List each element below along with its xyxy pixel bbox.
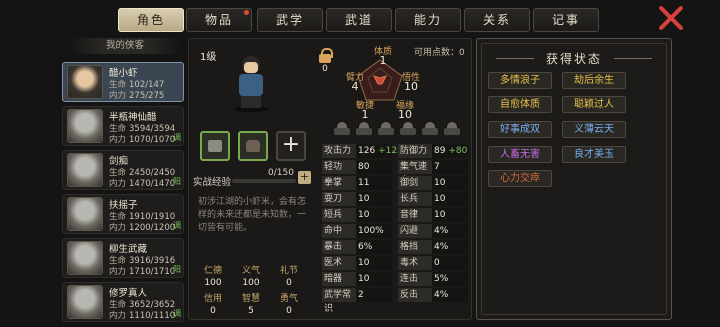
member-name: 醋小虾 — [109, 68, 138, 79]
tab-martial-way[interactable]: 武道 — [326, 8, 392, 32]
exp-label: 实战经验 — [193, 177, 232, 188]
member-tag: 阳 — [173, 265, 181, 274]
member-name: 剑痴 — [109, 156, 129, 167]
virtue-trust: 信用 0 — [203, 294, 222, 316]
member-tag: 调 — [173, 309, 181, 318]
tab-journal[interactable]: 记事 — [533, 8, 599, 32]
status-badge[interactable]: 义薄云天 — [562, 121, 626, 138]
gem-slot-icon[interactable] — [334, 122, 350, 136]
gauntlet-icon — [208, 140, 222, 152]
character-portrait — [226, 54, 276, 112]
notification-dot-icon — [244, 10, 249, 15]
member-name: 半瓶神仙醋 — [109, 112, 157, 123]
list-item[interactable]: 剑痴 生命 2450/2450 内力 1470/1470 阳 — [62, 150, 184, 190]
character-description: 初涉江湖的小虾米，会有怎样的未来还都是未知数，一切皆有可能。 — [198, 197, 307, 233]
list-item[interactable]: 醋小虾 生命 102/147 内力 275/275 — [62, 62, 184, 102]
avatar — [67, 241, 103, 275]
armor-slot[interactable] — [238, 131, 268, 161]
status-badge[interactable]: 自愈体质 — [488, 96, 552, 113]
avatar — [67, 285, 103, 319]
gem-slot-icon[interactable] — [444, 122, 460, 136]
status-panel-title: 获得状态 — [476, 50, 672, 67]
member-name: 扶摇子 — [109, 200, 138, 211]
virtue-wisdom: 智慧 5 — [241, 294, 260, 316]
attr-value: 4 — [351, 80, 359, 93]
status-badge[interactable]: 多情浪子 — [488, 72, 552, 89]
tab-martial-arts[interactable]: 武学 — [257, 8, 323, 32]
list-item[interactable]: 修罗真人 生命 3652/3652 内力 1110/1110 调 — [62, 282, 184, 322]
lock-value: 0 — [322, 64, 328, 74]
close-icon[interactable] — [657, 4, 685, 32]
attr-value: 1 — [361, 108, 369, 121]
gem-slot-icon[interactable] — [400, 122, 416, 136]
list-item[interactable]: 扶摇子 生命 1910/1910 内力 1200/1200 调 — [62, 194, 184, 234]
status-badge[interactable]: 良才美玉 — [562, 146, 626, 163]
status-badge[interactable]: 好事成双 — [488, 121, 552, 138]
list-item[interactable]: 柳生武藏 生命 3916/3916 内力 1710/1710 阳 — [62, 238, 184, 278]
armor-icon — [246, 140, 260, 152]
member-tag: 阳 — [173, 177, 181, 186]
member-name: 柳生武藏 — [109, 244, 148, 255]
exp-value: 0/150 — [268, 168, 294, 178]
tab-abilities[interactable]: 能力 — [395, 8, 461, 32]
member-tag: 调 — [173, 221, 181, 230]
avatar — [67, 109, 103, 143]
list-item[interactable]: 半瓶神仙醋 生命 3594/3594 内力 1070/1070 调 — [62, 106, 184, 146]
level-label: 1级 — [200, 52, 217, 63]
gem-slot-icon[interactable] — [378, 122, 394, 136]
attr-value: 10 — [398, 108, 412, 121]
tab-items[interactable]: 物品 — [186, 8, 252, 32]
attr-value: 1 — [379, 54, 387, 67]
avatar — [67, 65, 103, 99]
gem-slot-icon[interactable] — [422, 122, 438, 136]
avatar — [67, 197, 103, 231]
virtue-righteousness: 义气 100 — [241, 266, 260, 288]
weapon-slot[interactable] — [200, 131, 230, 161]
tab-relations[interactable]: 关系 — [464, 8, 530, 32]
virtue-courage: 勇气 0 — [279, 294, 298, 316]
status-badge[interactable]: 聪颖过人 — [562, 96, 626, 113]
attr-value: 10 — [404, 80, 418, 93]
gem-slot-icon[interactable] — [356, 122, 372, 136]
status-badge[interactable]: 人畜无害 — [488, 146, 552, 163]
available-points: 可用点数：0 — [414, 48, 465, 58]
exp-plus-button[interactable]: + — [298, 171, 311, 184]
virtue-courtesy: 礼节 0 — [279, 266, 298, 288]
lock-icon — [318, 48, 333, 64]
member-name: 修罗真人 — [109, 288, 148, 299]
add-equipment-button[interactable]: + — [276, 131, 306, 161]
list-header: 我的侠客 — [70, 38, 180, 54]
member-tag: 调 — [173, 133, 181, 142]
tab-character[interactable]: 角色 — [118, 8, 184, 32]
avatar — [67, 153, 103, 187]
exp-bar — [232, 179, 296, 183]
status-badge[interactable]: 心力交瘁 — [488, 170, 552, 187]
status-badge[interactable]: 劫后余生 — [562, 72, 626, 89]
virtue-benevolence: 仁德 100 — [203, 266, 222, 288]
